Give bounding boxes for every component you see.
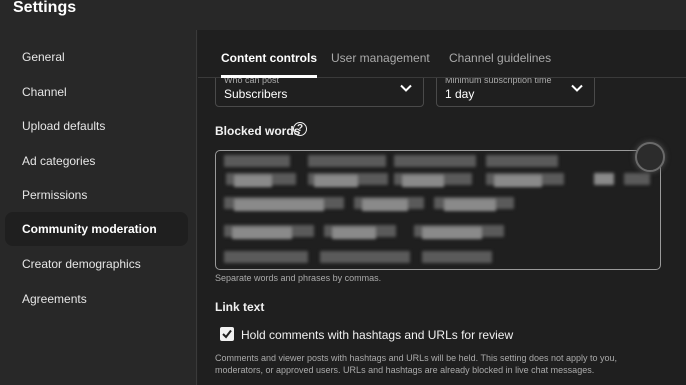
link-text-description-line2: moderators, or approved users. URLs and … — [215, 365, 595, 375]
settings-window: Settings General Channel Upload defaults… — [0, 0, 686, 385]
sidebar-item-community-moderation[interactable]: Community moderation — [5, 212, 188, 246]
redacted-word — [624, 173, 650, 185]
redacted-word — [234, 175, 272, 187]
redacted-word — [224, 251, 308, 263]
link-text-description: Comments and viewer posts with hashtags … — [215, 352, 665, 376]
redacted-word — [314, 175, 358, 187]
sidebar-item-ad-categories[interactable]: Ad categories — [5, 144, 188, 178]
title-bar: Settings — [0, 0, 686, 30]
window-title: Settings — [13, 0, 77, 16]
tab-channel-guidelines[interactable]: Channel guidelines — [449, 51, 551, 78]
sidebar-item-creator-demographics[interactable]: Creator demographics — [5, 247, 188, 281]
tab-user-management[interactable]: User management — [331, 51, 430, 78]
min-subscription-value: 1 day — [445, 87, 475, 101]
link-text-label: Link text — [215, 300, 265, 314]
redacted-word — [486, 155, 558, 167]
textarea-resize-handle[interactable] — [635, 142, 665, 172]
redacted-word — [308, 155, 386, 167]
tab-bar: Content controls User management Channel… — [198, 30, 686, 78]
redacted-word — [224, 155, 290, 167]
redacted-word — [402, 175, 444, 187]
blocked-words-label: Blocked words — [215, 124, 301, 138]
redacted-word — [362, 199, 408, 211]
hold-links-checkbox[interactable] — [220, 327, 234, 341]
redacted-word — [422, 251, 492, 263]
who-can-post-value: Subscribers — [224, 87, 288, 101]
sidebar-item-permissions[interactable]: Permissions — [5, 178, 188, 212]
checkmark-icon — [222, 329, 232, 339]
chevron-down-icon — [571, 84, 583, 92]
redacted-word — [394, 155, 476, 167]
tab-content-controls[interactable]: Content controls — [221, 51, 317, 78]
redacted-word — [320, 251, 410, 263]
main-panel: Content controls User management Channel… — [198, 30, 686, 385]
blocked-words-textarea[interactable] — [215, 150, 661, 270]
help-circle-icon[interactable]: ? — [293, 122, 307, 136]
chevron-down-icon — [400, 84, 412, 92]
hold-links-checkbox-label[interactable]: Hold comments with hashtags and URLs for… — [241, 328, 513, 342]
sidebar-item-agreements[interactable]: Agreements — [5, 282, 188, 316]
redacted-word — [444, 199, 496, 211]
sidebar-item-general[interactable]: General — [5, 40, 188, 74]
redacted-word — [234, 199, 324, 211]
settings-sidebar: General Channel Upload defaults Ad categ… — [0, 30, 197, 385]
link-text-description-line1: Comments and viewer posts with hashtags … — [215, 353, 618, 363]
sidebar-item-upload-defaults[interactable]: Upload defaults — [5, 109, 188, 143]
blocked-words-hint: Separate words and phrases by commas. — [215, 273, 382, 283]
sidebar-item-channel[interactable]: Channel — [5, 75, 188, 109]
redacted-word — [332, 227, 376, 239]
redacted-word — [422, 227, 482, 239]
redacted-word — [232, 227, 292, 239]
redacted-word — [494, 175, 542, 187]
redacted-word — [594, 173, 614, 185]
